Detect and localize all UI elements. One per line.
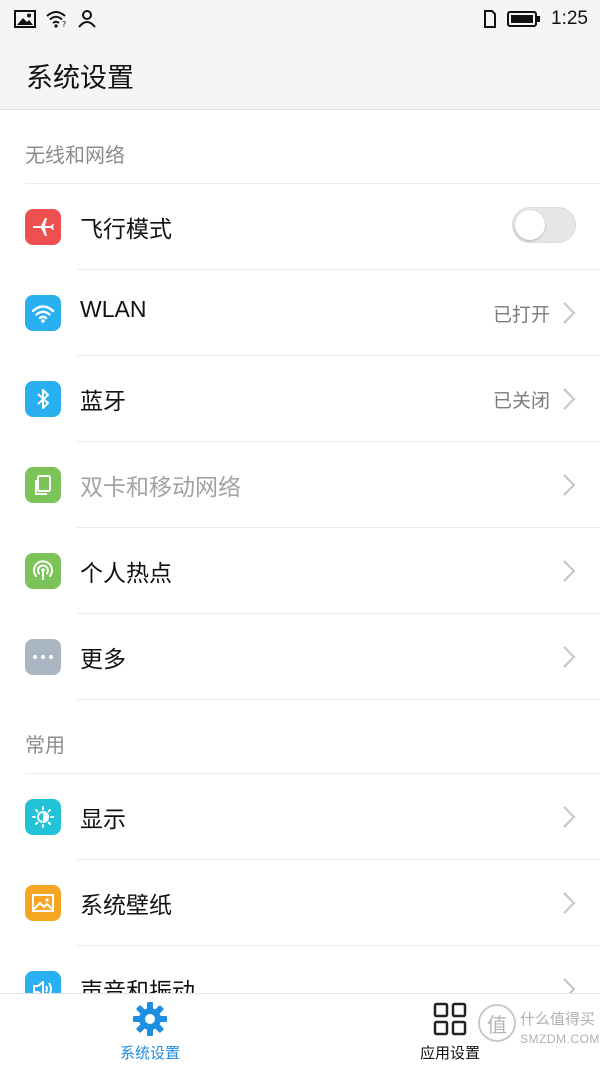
watermark-logo: 值 — [478, 1004, 516, 1042]
sound-icon — [25, 971, 61, 993]
hotspot-icon — [25, 553, 61, 589]
settings-item-label: WLAN — [80, 296, 147, 322]
bluetooth-icon — [25, 381, 61, 417]
chevron-right-icon — [563, 474, 576, 496]
bluetooth-status: 已关闭 — [492, 390, 550, 412]
section-header-common: 常用 — [0, 700, 600, 774]
more-icon — [25, 639, 61, 675]
section-header-wireless: 无线和网络 — [0, 110, 600, 184]
status-bar: ? 1:25 — [0, 0, 600, 38]
airplane-icon — [25, 209, 61, 245]
battery-icon — [507, 11, 541, 27]
settings-item-label: 个人热点 — [80, 561, 172, 587]
toggle-knob — [515, 210, 545, 240]
settings-item-display[interactable]: 显示 — [0, 774, 600, 860]
chevron-right-icon — [563, 978, 576, 993]
settings-item-label: 系统壁纸 — [80, 893, 172, 919]
settings-item-wlan[interactable]: WLAN 已打开 — [0, 270, 600, 356]
chevron-right-icon — [563, 646, 576, 668]
chevron-right-icon — [563, 892, 576, 914]
section-title: 常用 — [25, 733, 65, 757]
chevron-right-icon — [563, 560, 576, 582]
watermark-domain: SMZDM.COM — [520, 1032, 600, 1046]
settings-item-label: 飞行模式 — [80, 217, 172, 243]
settings-item-more[interactable]: 更多 — [0, 614, 600, 700]
clock: 1:25 — [551, 8, 588, 29]
status-right: 1:25 — [483, 8, 600, 30]
page-title: 系统设置 — [26, 63, 134, 94]
settings-list[interactable]: 无线和网络 飞行模式 WLAN 已打开 蓝牙 已关闭 双卡和移动网络 个人热点 … — [0, 110, 600, 993]
settings-item-airplane-mode[interactable]: 飞行模式 — [0, 184, 600, 270]
user-icon — [78, 10, 96, 28]
wallpaper-icon — [25, 885, 61, 921]
watermark-text: 什么值得买 — [520, 1010, 596, 1028]
wlan-status: 已打开 — [492, 304, 550, 326]
title-bar: 系统设置 — [0, 38, 600, 110]
tab-label: 系统设置 — [119, 1044, 180, 1062]
settings-item-dual-sim[interactable]: 双卡和移动网络 — [0, 442, 600, 528]
gear-icon — [133, 1002, 167, 1036]
svg-text:?: ? — [62, 20, 66, 28]
settings-item-label: 声音和振动 — [80, 979, 195, 993]
watermark: 值 什么值得买 SMZDM.COM — [476, 1000, 600, 1064]
chevron-right-icon — [563, 806, 576, 828]
tab-system-settings[interactable]: 系统设置 — [90, 1000, 210, 1063]
settings-item-hotspot[interactable]: 个人热点 — [0, 528, 600, 614]
chevron-right-icon — [563, 388, 576, 410]
wifi-icon — [25, 295, 61, 331]
dual-sim-icon — [25, 467, 61, 503]
settings-item-sound[interactable]: 声音和振动 — [0, 946, 600, 993]
settings-item-wallpaper[interactable]: 系统壁纸 — [0, 860, 600, 946]
brightness-icon — [25, 799, 61, 835]
watermark-glyph: 值 — [487, 1012, 507, 1037]
settings-item-label: 蓝牙 — [80, 389, 126, 415]
airplane-mode-toggle[interactable] — [512, 207, 576, 243]
settings-item-label: 更多 — [80, 647, 126, 673]
grid-icon — [433, 1002, 467, 1036]
settings-item-label: 双卡和移动网络 — [80, 475, 241, 501]
image-icon — [14, 10, 36, 28]
settings-item-bluetooth[interactable]: 蓝牙 已关闭 — [0, 356, 600, 442]
chevron-right-icon — [563, 302, 576, 324]
wifi-question-icon: ? — [46, 11, 66, 28]
settings-item-label: 显示 — [80, 807, 126, 833]
section-title: 无线和网络 — [25, 143, 125, 167]
sim-card-icon — [484, 10, 497, 28]
status-left: ? — [0, 10, 96, 28]
